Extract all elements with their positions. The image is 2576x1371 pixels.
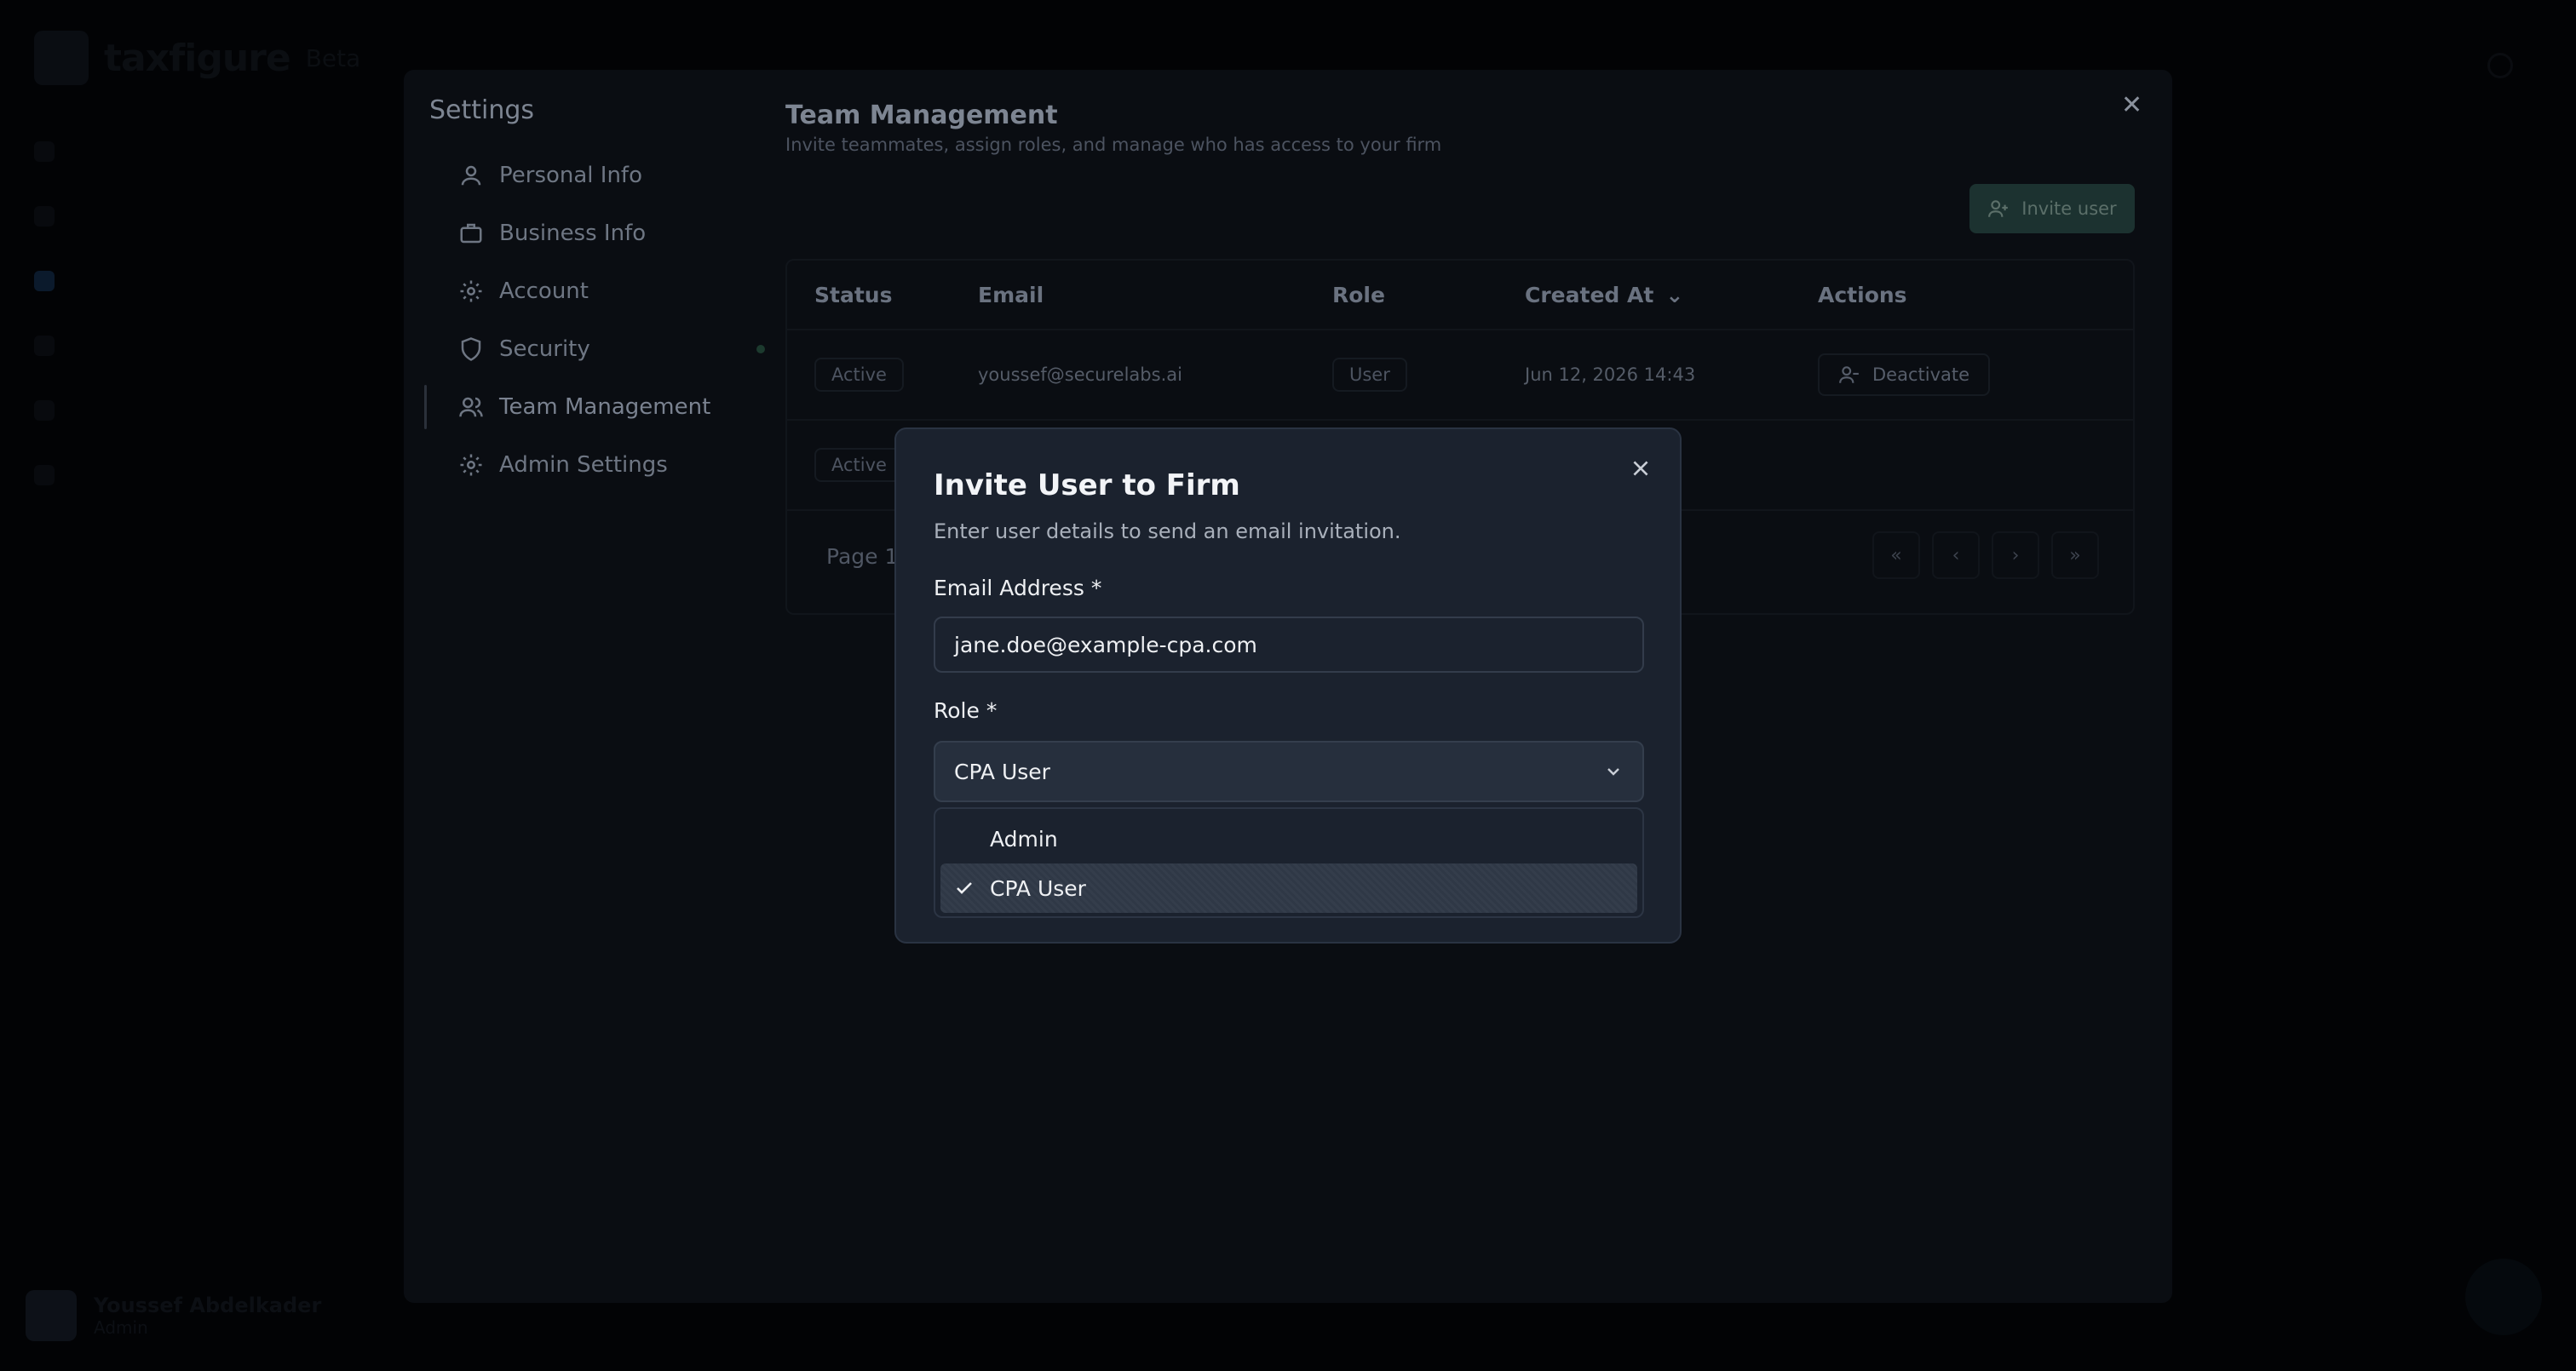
users-icon — [459, 397, 483, 417]
row-email: youssef@securelabs.ai — [978, 364, 1182, 385]
status-badge: Active — [814, 358, 904, 392]
invite-user-dialog: Invite User to Firm Enter user details t… — [894, 427, 1682, 944]
role-option-admin[interactable]: Admin — [940, 814, 1637, 863]
column-header-role[interactable]: Role — [1332, 283, 1525, 307]
avatar — [26, 1290, 77, 1341]
deactivate-button[interactable]: Deactivate — [1818, 353, 1991, 396]
table-header: Status Email Role Created At ⌄ Actions — [787, 261, 2133, 330]
settings-nav-label: Team Management — [499, 394, 711, 420]
settings-nav-personal-info[interactable]: Personal Info — [424, 146, 765, 204]
row-created-at: Jun 12, 2026 14:43 — [1525, 364, 1696, 385]
app-nav-item[interactable] — [34, 249, 55, 313]
briefcase-icon — [460, 223, 482, 244]
settings-nav-team-management[interactable]: Team Management — [424, 378, 765, 436]
user-minus-icon — [1839, 366, 1859, 383]
shield-icon — [461, 337, 481, 361]
role-option-label: Admin — [990, 826, 1058, 852]
user-name: Youssef Abdelkader — [94, 1294, 322, 1317]
column-header-created-at[interactable]: Created At ⌄ — [1525, 283, 1818, 307]
brand-name: taxfigure — [104, 36, 291, 80]
settings-nav-security[interactable]: Security — [424, 320, 765, 378]
user-role: Admin — [94, 1317, 148, 1338]
nav-icon — [34, 271, 55, 291]
page-title: Team Management — [785, 100, 1058, 130]
settings-nav-account[interactable]: Account — [424, 262, 765, 320]
chevron-down-icon: ⌄ — [1665, 282, 1684, 307]
column-header-created-label: Created At — [1525, 282, 1654, 307]
help-chat-button[interactable] — [2465, 1259, 2542, 1335]
user-plus-icon — [1988, 200, 2009, 217]
role-badge: User — [1332, 358, 1407, 392]
email-value: jane.doe@example-cpa.com — [954, 632, 1257, 657]
app-nav-item[interactable] — [34, 313, 55, 378]
dialog-title: Invite User to Firm — [934, 468, 1240, 502]
chevron-down-icon — [1607, 768, 1619, 776]
brand: taxfigure Beta — [34, 31, 360, 85]
status-dot — [756, 345, 765, 353]
settings-nav-label: Security — [499, 336, 590, 362]
search-icon[interactable] — [2487, 53, 2513, 78]
settings-nav-label: Account — [499, 278, 589, 304]
column-header-status[interactable]: Status — [787, 283, 978, 307]
next-page-button[interactable]: › — [1992, 531, 2039, 579]
last-page-button[interactable]: » — [2051, 531, 2099, 579]
app-nav-item[interactable] — [34, 443, 55, 508]
settings-nav-label: Business Info — [499, 221, 647, 246]
invite-user-label: Invite user — [2021, 198, 2117, 219]
app-sidebar: taxfigure Beta Youssef Abdelkader Admin — [0, 0, 375, 1371]
nav-icon — [34, 465, 55, 485]
nav-icon — [34, 141, 55, 162]
role-selected-value: CPA User — [954, 759, 1050, 784]
close-icon — [1633, 461, 1648, 476]
page-subtitle: Invite teammates, assign roles, and mana… — [785, 135, 1442, 155]
nav-icon — [34, 206, 55, 227]
settings-nav-label: Admin Settings — [499, 452, 668, 478]
role-dropdown: Admin CPA User — [934, 807, 1644, 918]
brand-tag: Beta — [305, 43, 361, 72]
app-nav-item[interactable] — [34, 119, 55, 184]
deactivate-label: Deactivate — [1872, 364, 1970, 385]
user-card[interactable]: Youssef Abdelkader Admin — [26, 1290, 321, 1341]
settings-title: Settings — [429, 95, 535, 125]
role-option-label: CPA User — [990, 875, 1086, 901]
app-nav-item[interactable] — [34, 378, 55, 443]
user-icon — [461, 165, 481, 186]
role-label: Role * — [934, 698, 998, 723]
app-nav-item[interactable] — [34, 184, 55, 249]
settings-nav-label: Personal Info — [499, 163, 642, 188]
dialog-subtitle: Enter user details to send an email invi… — [934, 519, 1401, 543]
role-select[interactable]: CPA User — [934, 741, 1644, 802]
settings-nav-admin-settings[interactable]: Admin Settings — [424, 436, 765, 494]
settings-nav-business-info[interactable]: Business Info — [424, 204, 765, 262]
nav-icon — [34, 400, 55, 421]
pagination: « ‹ › » — [1872, 531, 2099, 579]
email-field[interactable]: jane.doe@example-cpa.com — [934, 617, 1644, 673]
brand-logo — [34, 31, 89, 85]
email-label: Email Address * — [934, 576, 1102, 600]
gear-icon — [460, 280, 482, 302]
close-dialog-button[interactable] — [1627, 455, 1654, 482]
prev-page-button[interactable]: ‹ — [1932, 531, 1980, 579]
app-nav — [34, 119, 55, 508]
column-header-actions: Actions — [1818, 282, 1907, 307]
status-badge: Active — [814, 448, 904, 482]
table-row: Active youssef@securelabs.ai User Jun 12… — [787, 330, 2133, 421]
invite-user-button[interactable]: Invite user — [1969, 184, 2135, 233]
gear-icon — [460, 454, 482, 476]
column-header-email[interactable]: Email — [978, 283, 1332, 307]
settings-close-icon[interactable]: ✕ — [2121, 90, 2142, 120]
nav-icon — [34, 336, 55, 356]
role-option-cpa-user[interactable]: CPA User — [940, 863, 1637, 913]
check-icon — [957, 882, 972, 894]
first-page-button[interactable]: « — [1872, 531, 1920, 579]
settings-nav: Personal Info Business Info Account Secu… — [424, 146, 765, 494]
